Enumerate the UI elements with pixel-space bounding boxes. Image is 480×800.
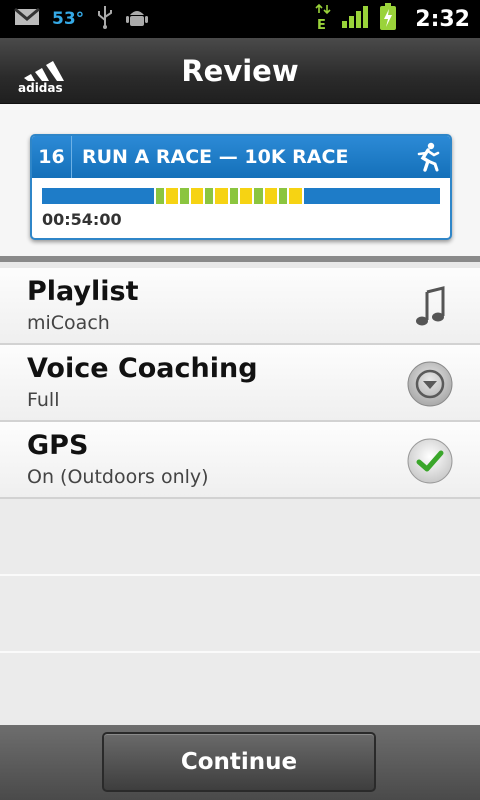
workout-duration: 00:54:00 (42, 210, 122, 229)
workout-title: RUN A RACE — 10K RACE (82, 146, 349, 168)
runner-icon (417, 142, 440, 172)
usb-icon (96, 5, 114, 33)
voice-coaching-row[interactable]: Voice Coaching Full (0, 345, 480, 422)
workout-card[interactable]: 16 RUN A RACE — 10K RACE 00:54:00 (30, 134, 452, 240)
checkmark-icon[interactable] (407, 438, 453, 484)
gps-title: GPS (27, 430, 89, 461)
battery-charging-icon (379, 3, 397, 35)
page-title: Review (181, 54, 299, 88)
playlist-row[interactable]: Playlist miCoach (0, 268, 480, 345)
zone-segment-blue (42, 188, 154, 204)
zone-segment-yellow (289, 188, 302, 204)
dropdown-arrow-icon[interactable] (407, 361, 453, 407)
status-bar-left: 53° (14, 0, 149, 38)
zone-segment-yellow (165, 188, 179, 204)
status-bar: 53° E 2:32 (0, 0, 480, 38)
signal-icon (341, 5, 369, 33)
status-bar-right: E 2:32 (315, 0, 470, 38)
playlist-title: Playlist (27, 276, 139, 307)
zone-segment-green (278, 188, 288, 204)
zone-segment-green (204, 188, 214, 204)
zone-segment-green (229, 188, 238, 204)
voice-coaching-title: Voice Coaching (27, 353, 258, 384)
android-debug-icon (126, 6, 149, 32)
zone-segment-green (155, 188, 164, 204)
gps-value: On (Outdoors only) (27, 466, 209, 488)
temperature-text: 53° (52, 9, 85, 29)
continue-button[interactable]: Continue (102, 732, 376, 792)
gmail-icon (14, 7, 40, 31)
zone-segment-yellow (239, 188, 253, 204)
zone-segment-yellow (264, 188, 277, 204)
clock: 2:32 (415, 6, 470, 32)
data-arrows-icon: E (315, 3, 331, 35)
gps-row[interactable]: GPS On (Outdoors only) (0, 422, 480, 499)
zone-segment-yellow (190, 188, 203, 204)
workout-zone-bar (42, 188, 441, 204)
zone-segment-green (180, 188, 189, 204)
zone-segment-green (254, 188, 263, 204)
music-note-icon (416, 286, 445, 326)
app-header: adidas Review (0, 38, 480, 104)
playlist-value: miCoach (27, 312, 110, 334)
workout-number: 16 (32, 136, 72, 178)
empty-row (0, 653, 480, 725)
empty-row (0, 499, 480, 576)
workout-summary-area: 16 RUN A RACE — 10K RACE 00:54:00 (0, 104, 480, 262)
voice-coaching-value: Full (27, 389, 60, 411)
zone-segment-blue (303, 188, 441, 204)
zone-segment-yellow (215, 188, 228, 204)
workout-card-header: 16 RUN A RACE — 10K RACE (32, 136, 450, 178)
network-type-text: E (317, 18, 326, 31)
empty-row (0, 576, 480, 653)
footer-bar: Continue (0, 725, 480, 800)
